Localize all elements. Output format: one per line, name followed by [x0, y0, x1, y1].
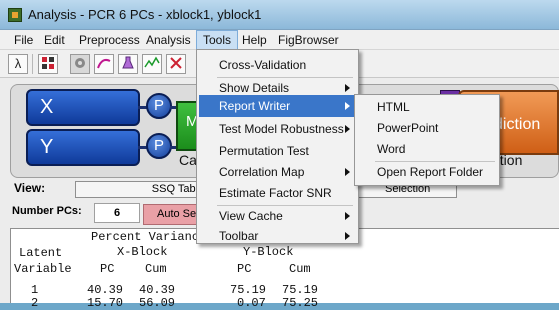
menu-item-report-writer[interactable]: Report Writer: [199, 95, 356, 117]
x-preprocess-button[interactable]: P: [146, 93, 172, 119]
submenu-arrow-icon: [345, 84, 350, 92]
flask-icon[interactable]: [118, 54, 138, 74]
view-label: View:: [14, 181, 46, 195]
menu-analysis[interactable]: Analysis: [140, 30, 197, 50]
submenu-item-powerpoint[interactable]: PowerPoint: [357, 118, 497, 139]
submenu-arrow-icon: [345, 232, 350, 240]
menu-item-label: Permutation Test: [219, 144, 309, 158]
menu-item-label: View Cache: [219, 209, 283, 223]
variable-header: Variable: [14, 262, 72, 276]
x-block-button[interactable]: X: [26, 89, 140, 126]
submenu-arrow-icon: [345, 102, 350, 110]
column-header: Cum: [145, 262, 167, 276]
xblock-header: X-Block: [117, 245, 168, 259]
menu-item-view-cache[interactable]: View Cache: [199, 205, 356, 227]
auto-select-button[interactable]: Auto Se: [143, 204, 203, 225]
table-cell: 75.19: [282, 283, 319, 297]
menu-bar: File Edit Preprocess Analysis Tools Help…: [0, 30, 559, 50]
menu-item-label: Report Writer: [219, 99, 291, 113]
table-cell: 75.19: [230, 283, 267, 297]
gear-icon[interactable]: [70, 54, 90, 74]
number-pcs-label: Number PCs:: [12, 205, 82, 217]
table-cell: 75.25: [282, 296, 319, 310]
table-cell: 15.70: [87, 296, 124, 310]
toolbar-separator: [32, 54, 33, 74]
table-cell: 56.09: [139, 296, 176, 310]
menu-help[interactable]: Help: [236, 30, 273, 50]
menu-item-permutation-test[interactable]: Permutation Test: [199, 140, 356, 162]
submenu-item-word[interactable]: Word: [357, 139, 497, 160]
report-writer-submenu: HTML PowerPoint Word Open Report Folder: [354, 94, 500, 186]
y-preprocess-button[interactable]: P: [146, 133, 172, 159]
menu-item-cross-validation[interactable]: Cross-Validation: [199, 54, 356, 76]
lambda-curve-icon[interactable]: [94, 54, 114, 74]
y-block-button[interactable]: Y: [26, 129, 140, 166]
column-header: Cum: [289, 262, 311, 276]
table-cell: 2: [31, 296, 39, 310]
line-chart-icon[interactable]: [142, 54, 162, 74]
menu-item-label: Toolbar: [219, 229, 259, 243]
table-cell: 0.07: [237, 296, 266, 310]
menu-item-test-model-robustness[interactable]: Test Model Robustness: [199, 118, 356, 140]
submenu-arrow-icon: [345, 212, 350, 220]
app-icon: [8, 8, 22, 22]
number-pcs-field[interactable]: 6: [94, 203, 140, 223]
cross-chart-icon[interactable]: [166, 54, 186, 74]
grid-icon[interactable]: [38, 54, 58, 74]
menu-item-estimate-factor-snr[interactable]: Estimate Factor SNR: [199, 182, 356, 204]
menu-figbrowser[interactable]: FigBrowser: [272, 30, 345, 50]
menu-item-label: Cross-Validation: [219, 58, 307, 72]
menu-item-toolbar[interactable]: Toolbar: [199, 225, 356, 247]
table-cell: 40.39: [87, 283, 124, 297]
table-cell: 1: [31, 283, 39, 297]
menu-file[interactable]: File: [8, 30, 39, 50]
lambda-icon[interactable]: λ: [8, 54, 28, 74]
latent-header: Latent: [19, 246, 63, 260]
yblock-header: Y-Block: [243, 245, 294, 259]
submenu-item-open-report-folder[interactable]: Open Report Folder: [357, 162, 497, 183]
menu-item-label: Estimate Factor SNR: [219, 186, 332, 200]
menu-item-label: Show Details: [219, 81, 290, 95]
menu-edit[interactable]: Edit: [38, 30, 71, 50]
submenu-item-html[interactable]: HTML: [357, 97, 497, 118]
title-bar: Analysis - PCR 6 PCs - xblock1, yblock1: [0, 0, 559, 30]
submenu-arrow-icon: [345, 125, 350, 133]
menu-item-label: Correlation Map: [219, 165, 305, 179]
window-title: Analysis - PCR 6 PCs - xblock1, yblock1: [28, 7, 262, 22]
menu-tools[interactable]: Tools: [196, 30, 239, 50]
tools-menu: Cross-Validation Show Details Report Wri…: [196, 49, 359, 244]
submenu-arrow-icon: [345, 168, 350, 176]
menu-item-label: Test Model Robustness: [219, 122, 344, 136]
column-header: PC: [100, 262, 115, 276]
menu-item-correlation-map[interactable]: Correlation Map: [199, 161, 356, 183]
menu-preprocess[interactable]: Preprocess: [73, 30, 146, 50]
column-header: PC: [237, 262, 252, 276]
table-cell: 40.39: [139, 283, 176, 297]
prediction-label: diction: [494, 116, 541, 133]
